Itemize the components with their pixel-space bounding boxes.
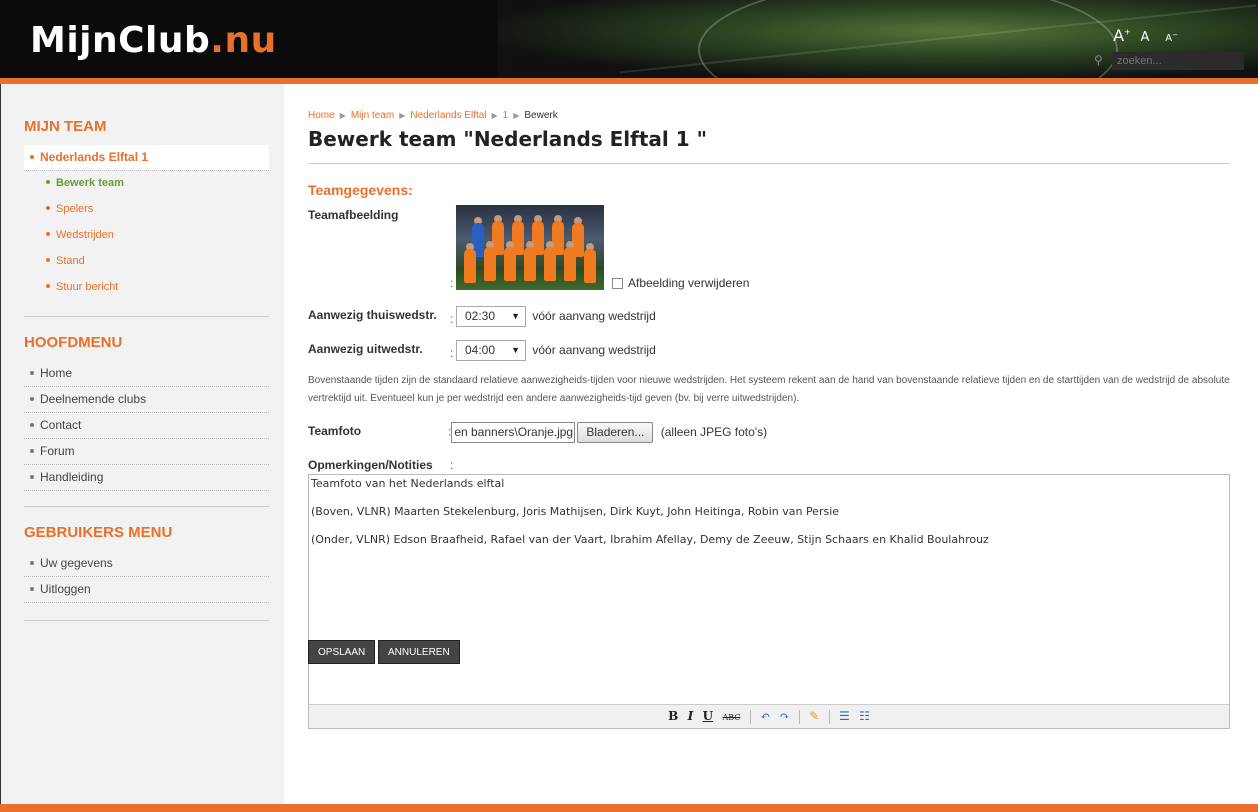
- cancel-button[interactable]: ANNULEREN: [378, 640, 460, 664]
- sidebar-item-matches[interactable]: Wedstrijden: [24, 223, 269, 249]
- sidebar-item-contact[interactable]: Contact: [24, 413, 269, 439]
- main-menu-section: HOOFDMENU Home Deelnemende clubs Contact…: [24, 334, 269, 491]
- sidebar-item-players[interactable]: Spelers: [24, 197, 269, 223]
- attendance-hint: Bovenstaande tijden zijn de standaard re…: [308, 375, 1230, 404]
- sidebar-item-home[interactable]: Home: [24, 361, 269, 387]
- breadcrumb: Home ▶ Mijn team ▶ Nederlands Elftal ▶ 1 ▶ Bewer…: [308, 110, 558, 121]
- notes-editor[interactable]: Teamfoto van het Nederlands elftal (Bove…: [308, 474, 1230, 729]
- editor-toolbar: B I U ABC ↶ ↷ ✎ ☰ ☷: [309, 704, 1229, 728]
- numbered-list-icon[interactable]: ☷: [859, 705, 870, 727]
- search-box: ⚲: [1090, 52, 1250, 70]
- remove-image-checkbox[interactable]: [612, 278, 623, 290]
- italic-button[interactable]: I: [688, 705, 694, 727]
- breadcrumb-home[interactable]: Home: [308, 110, 335, 121]
- footer-bar: [0, 804, 1258, 812]
- chevron-down-icon: ▼: [511, 345, 520, 355]
- site-header: MijnClub.nu A+ A A− ⚲: [0, 0, 1258, 78]
- notes-editor-content[interactable]: Teamfoto van het Nederlands elftal (Bove…: [309, 475, 1229, 563]
- remove-image-option: Afbeelding verwijderen: [612, 276, 749, 290]
- logo-ext-text: .nu: [210, 20, 277, 61]
- browse-button[interactable]: Bladeren...: [577, 422, 654, 443]
- sidebar-divider: [24, 620, 269, 621]
- sidebar-divider: [24, 316, 269, 317]
- jpeg-note: (alleen JPEG foto's): [660, 424, 768, 439]
- home-time-select[interactable]: 02:30 ▼: [456, 306, 526, 327]
- sidebar-item-send-message[interactable]: Stuur bericht: [24, 275, 269, 301]
- sidebar-divider: [24, 506, 269, 507]
- save-button[interactable]: OPSLAAN: [308, 640, 376, 664]
- main-menu-title: HOOFDMENU: [24, 334, 123, 351]
- breadcrumb-my-team[interactable]: Mijn team: [351, 110, 394, 121]
- section-title: Teamgegevens:: [308, 182, 413, 198]
- home-time-label: Aanwezig thuiswedstr.: [308, 308, 437, 322]
- breadcrumb-team[interactable]: Nederlands Elftal: [410, 110, 486, 121]
- notes-label: Opmerkingen/Notities: [308, 458, 433, 472]
- team-image-label: Teamafbeelding: [308, 208, 399, 222]
- user-menu-section: GEBRUIKERS MENU Uw gegevens Uitloggen: [24, 524, 269, 603]
- clear-format-icon[interactable]: ✎: [809, 705, 819, 727]
- team-photo-file-input[interactable]: en banners\Oranje.jpg: [451, 422, 576, 443]
- sidebar-item-forum[interactable]: Forum: [24, 439, 269, 465]
- user-menu-title: GEBRUIKERS MENU: [24, 524, 173, 541]
- sidebar-item-manual[interactable]: Handleiding: [24, 465, 269, 491]
- sidebar-item-team[interactable]: Nederlands Elftal 1: [24, 145, 269, 171]
- notes-line: (Onder, VLNR) Edson Braafheid, Rafael va…: [311, 533, 989, 546]
- away-time-label: Aanwezig uitwedstr.: [308, 342, 423, 356]
- bullet-list-icon[interactable]: ☰: [839, 705, 850, 727]
- my-team-title: MIJN TEAM: [24, 118, 107, 135]
- site-logo[interactable]: MijnClub.nu: [30, 20, 277, 61]
- font-reset-button[interactable]: A: [1141, 30, 1150, 45]
- sidebar-item-logout[interactable]: Uitloggen: [24, 577, 269, 603]
- my-team-section: MIJN TEAM Nederlands Elftal 1 Bewerk tea…: [24, 118, 269, 301]
- team-image: [456, 205, 604, 290]
- sidebar: MIJN TEAM Nederlands Elftal 1 Bewerk tea…: [0, 84, 284, 812]
- search-input[interactable]: [1112, 52, 1244, 70]
- away-time-select[interactable]: 04:00 ▼: [456, 340, 526, 361]
- sidebar-item-clubs[interactable]: Deelnemende clubs: [24, 387, 269, 413]
- bold-button[interactable]: B: [668, 705, 678, 727]
- font-size-controls: A+ A A−: [1101, 26, 1178, 45]
- breadcrumb-team-number[interactable]: 1: [503, 110, 509, 121]
- away-time-suffix: vóór aanvang wedstrijd: [532, 342, 656, 357]
- sidebar-item-edit-team[interactable]: Bewerk team: [24, 171, 269, 197]
- notes-line: Teamfoto van het Nederlands elftal: [311, 477, 505, 490]
- font-decrease-button[interactable]: A−: [1159, 31, 1178, 44]
- redo-icon[interactable]: ↷: [779, 705, 789, 727]
- notes-line: (Boven, VLNR) Maarten Stekelenburg, Jori…: [311, 505, 840, 518]
- team-photo-label: Teamfoto: [308, 424, 362, 438]
- sidebar-item-user-details[interactable]: Uw gegevens: [24, 551, 269, 577]
- home-time-suffix: vóór aanvang wedstrijd: [532, 308, 656, 323]
- remove-image-label: Afbeelding verwijderen: [628, 276, 750, 290]
- breadcrumb-current: Bewerk: [524, 110, 558, 121]
- strikethrough-button[interactable]: ABC: [722, 707, 740, 729]
- logo-main-text: MijnClub: [30, 20, 211, 61]
- main-content: Home ▶ Mijn team ▶ Nederlands Elftal ▶ 1 ▶ Bewer…: [308, 110, 1230, 729]
- undo-icon[interactable]: ↶: [760, 705, 770, 727]
- underline-button[interactable]: U: [703, 705, 713, 727]
- page-title: Bewerk team "Nederlands Elftal 1 ": [308, 127, 1230, 164]
- font-increase-button[interactable]: A+: [1107, 26, 1131, 45]
- chevron-down-icon: ▼: [511, 311, 520, 321]
- search-icon: ⚲: [1094, 53, 1103, 67]
- sidebar-item-standings[interactable]: Stand: [24, 249, 269, 275]
